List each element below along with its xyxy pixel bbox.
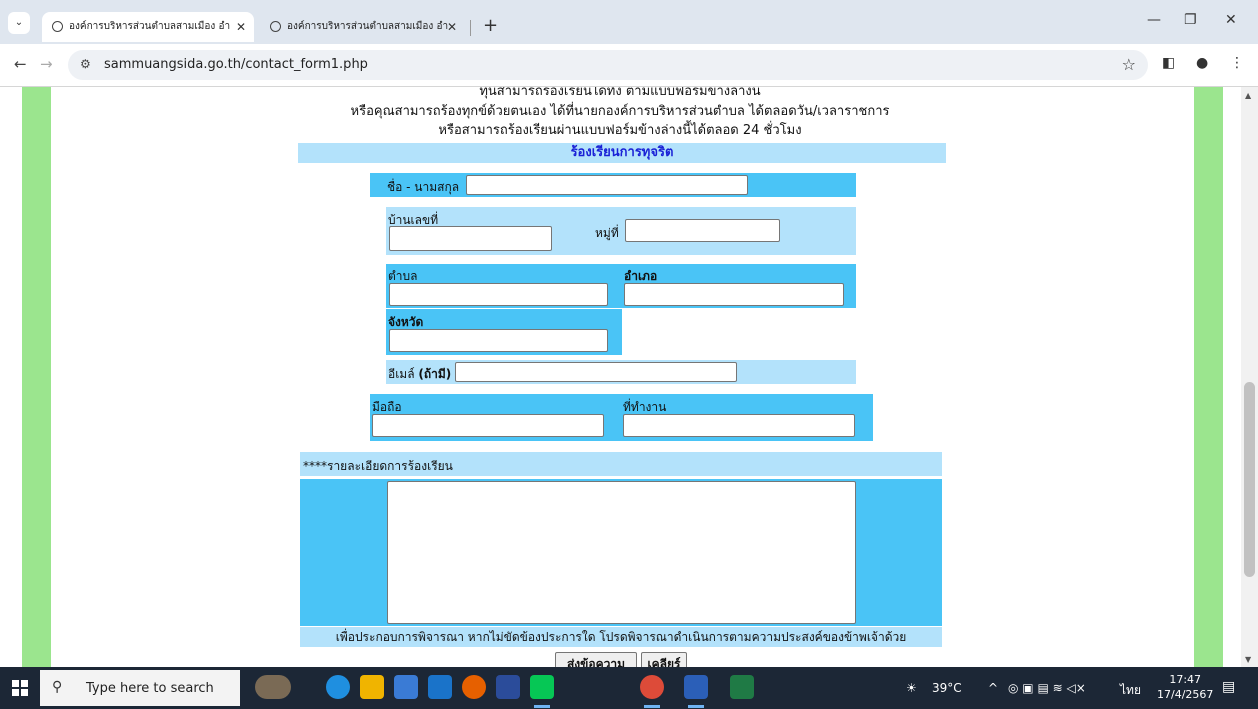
forward-arrow-icon[interactable]: → [40,55,53,73]
mail-icon[interactable] [428,675,452,699]
taskbar-clock[interactable]: 17:47 17/4/2567 [1157,672,1213,702]
back-arrow-icon[interactable]: ← [14,55,27,73]
tray-chevron-up-icon[interactable]: ^ [988,681,998,695]
intro-line-3: หรือสามารถร้องเรียนผ่านแบบฟอร์มข้างล่างน… [438,123,802,138]
line-app-icon[interactable] [530,675,554,708]
intro-line-1: ทุ่นสามารถร้องเรียนได้ทั้ง ตามแบบฟอร์มข้… [479,87,761,99]
mobile-input[interactable] [372,414,604,437]
scroll-down-arrow-icon[interactable]: ▼ [1245,655,1251,664]
close-tab-icon[interactable]: ✕ [236,12,246,42]
note-text: เพื่อประกอบการพิจารณา หากไม่ขัดข้องประกา… [300,627,942,647]
input-language[interactable]: ไทย [1120,681,1141,700]
full-name-input[interactable] [466,175,748,195]
bookmark-star-icon[interactable]: ☆ [1122,55,1136,74]
word-icon[interactable] [684,675,708,708]
excel-icon[interactable] [730,675,754,699]
tab-title: องค์การบริหารส่วนตำบลสามเมือง อำ [287,21,449,32]
notifications-icon[interactable]: ▤ [1222,679,1235,695]
details-label: ****รายละเอียดการร้องเรียน [303,459,453,473]
search-icon: ⚲ [52,679,63,695]
globe-icon [270,20,281,32]
clock-date: 17/4/2567 [1157,688,1214,701]
profile-avatar-icon[interactable]: ● [1196,55,1208,71]
browser-toolbar: ← → ⚙ sammuangsida.go.th/contact_form1.p… [0,44,1258,87]
clear-button[interactable]: เคลียร์ [641,652,687,667]
globe-icon [52,20,63,32]
moo-label: หมู่ที่ [595,226,619,240]
browser-tab[interactable]: องค์การบริหารส่วนตำบลสามเมือง อำ ✕ [260,12,465,42]
moo-input[interactable] [625,219,780,242]
chrome-icon[interactable] [640,675,664,708]
app-icon[interactable] [496,675,520,699]
address-bar[interactable]: ⚙ sammuangsida.go.th/contact_form1.php ☆ [68,50,1148,80]
scroll-up-arrow-icon[interactable]: ▲ [1245,91,1251,100]
browser-tab-bar: ⌄ องค์การบริหารส่วนตำบลสามเมือง อำ ✕ องค… [0,0,1258,44]
tambon-input[interactable] [389,283,608,306]
browser-tab-active[interactable]: องค์การบริหารส่วนตำบลสามเมือง อำ ✕ [42,12,254,42]
tab-separator [470,20,471,36]
restore-window-icon[interactable]: ❐ [1184,12,1197,28]
search-placeholder: Type here to search [86,681,214,696]
weather-icon[interactable]: ☀ [906,681,917,695]
new-tab-plus-icon[interactable]: + [483,15,498,36]
windows-taskbar: ⚲ Type here to search ☀ 39°C ^ ◎ ▣ ▤ ≋ ◁… [0,667,1258,709]
page-viewport: ทุ่นสามารถร้องเรียนได้ทั้ง ตามแบบฟอร์มข้… [0,87,1241,667]
tray-icons[interactable]: ◎ ▣ ▤ ≋ ◁× [1008,681,1086,695]
menu-kebab-icon[interactable]: ⋮ [1230,55,1244,71]
province-input[interactable] [389,329,608,352]
email-input[interactable] [455,362,737,382]
site-info-icon[interactable]: ⚙ [80,57,91,71]
taskbar-search-box[interactable]: ⚲ Type here to search [40,670,240,706]
tab-search-chevron-icon[interactable]: ⌄ [8,12,30,34]
amphoe-input[interactable] [624,283,844,306]
scrollbar-thumb[interactable] [1244,382,1255,577]
search-highlight-icon[interactable] [255,675,291,699]
edge-browser-icon[interactable] [326,675,350,699]
close-tab-icon[interactable]: ✕ [447,12,457,42]
firefox-icon[interactable] [462,675,486,699]
side-panel-icon[interactable]: ◧ [1162,55,1175,71]
intro-line-2: หรือคุณสามารถร้องทุกข์ด้วยตนเอง ได้ที่นา… [350,104,890,119]
submit-button[interactable]: ส่งข้อความ [555,652,637,667]
house-no-input[interactable] [389,226,552,251]
email-label: อีเมล์ (ถ้ามี) [388,367,452,381]
windows-start-icon[interactable] [12,680,28,696]
file-explorer-icon[interactable] [360,675,384,699]
right-green-border [1194,87,1223,667]
form-title: ร้องเรียนการทุจริต [298,143,946,163]
url-text: sammuangsida.go.th/contact_form1.php [104,57,368,72]
close-window-icon[interactable]: ✕ [1225,12,1237,28]
details-textarea[interactable] [387,481,856,624]
vertical-scrollbar[interactable]: ▲ ▼ [1241,87,1258,667]
workplace-input[interactable] [623,414,855,437]
weather-temp[interactable]: 39°C [932,681,962,695]
tab-title: องค์การบริหารส่วนตำบลสามเมือง อำ [69,21,231,32]
microsoft-store-icon[interactable] [394,675,418,699]
clock-time: 17:47 [1169,673,1202,686]
left-green-border [22,87,51,667]
full-name-label: ชื่อ - นามสกุล [387,180,460,194]
minimize-icon[interactable]: — [1147,12,1161,28]
